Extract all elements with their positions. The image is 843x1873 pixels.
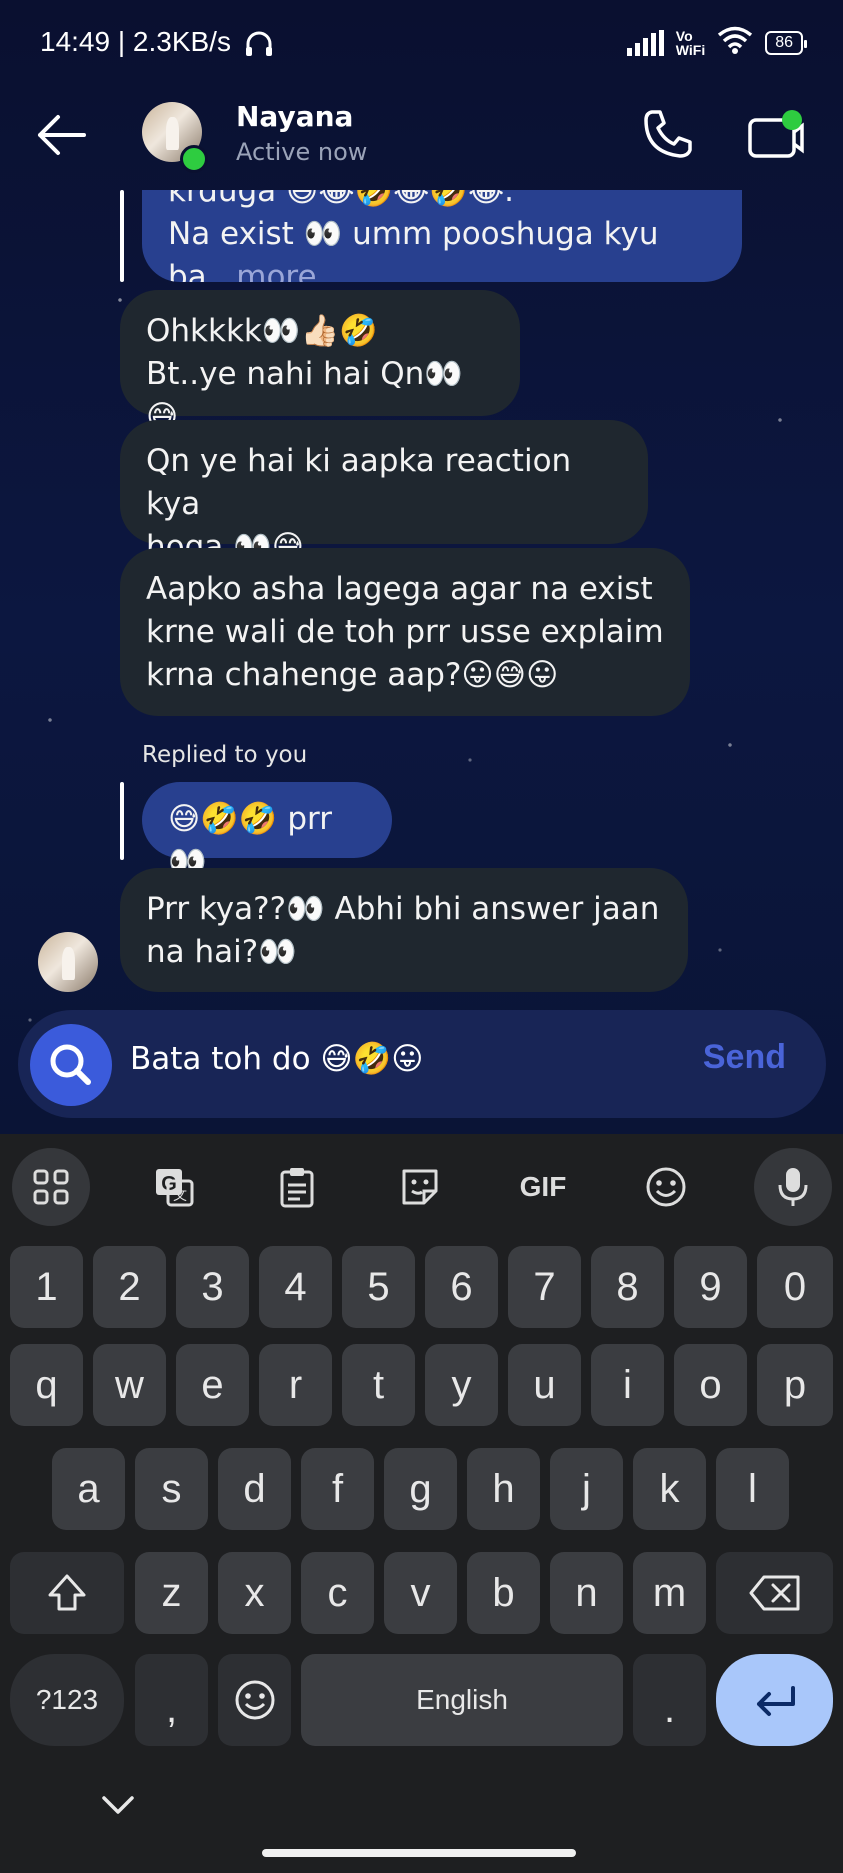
- message-bubble[interactable]: Ohkkkk👀👍🏻🤣 Bt..ye nahi hai Qn👀😅: [120, 290, 520, 435]
- clipboard-icon[interactable]: [258, 1148, 336, 1226]
- key-4[interactable]: 4: [259, 1246, 332, 1328]
- message-text: Aapko asha lagega agar na exist: [146, 571, 653, 607]
- contact-status: Active now: [236, 138, 368, 166]
- battery-indicator: 86: [765, 30, 807, 55]
- key-d[interactable]: d: [218, 1448, 291, 1530]
- status-bar: 14:49 | 2.3KB/s Vo WiFi 86: [0, 0, 843, 90]
- key-y[interactable]: y: [425, 1344, 498, 1426]
- message-text: krne wali de toh prr usse explaim: [146, 614, 664, 650]
- backspace-key[interactable]: [716, 1552, 833, 1634]
- sticker-icon[interactable]: [381, 1148, 459, 1226]
- emoji-icon[interactable]: [627, 1148, 705, 1226]
- key-j[interactable]: j: [550, 1448, 623, 1530]
- search-button[interactable]: [30, 1024, 112, 1106]
- mic-icon[interactable]: [754, 1148, 832, 1226]
- period-key[interactable]: .: [633, 1654, 706, 1746]
- status-time: 14:49 | 2.3KB/s: [40, 26, 231, 57]
- keyboard-toolbar: G文 GIF: [0, 1134, 843, 1242]
- shift-icon: [48, 1574, 86, 1611]
- message-text: Prr kya??👀 Abhi bhi answer jaan: [146, 891, 660, 927]
- key-s[interactable]: s: [135, 1448, 208, 1530]
- sender-avatar[interactable]: [38, 932, 98, 992]
- headphones-icon: [244, 30, 274, 62]
- key-l[interactable]: l: [716, 1448, 789, 1530]
- key-x[interactable]: x: [218, 1552, 291, 1634]
- video-call-icon[interactable]: [746, 108, 806, 162]
- key-f[interactable]: f: [301, 1448, 374, 1530]
- message-text: na hai?👀: [146, 934, 297, 970]
- enter-icon: [756, 1686, 795, 1716]
- key-i[interactable]: i: [591, 1344, 664, 1426]
- shift-key[interactable]: [10, 1552, 124, 1634]
- key-u[interactable]: u: [508, 1344, 581, 1426]
- wifi-icon: [717, 26, 753, 59]
- comma-key[interactable]: ,: [135, 1654, 208, 1746]
- replied-to-label: Replied to you: [142, 742, 308, 768]
- message-text: krduga 😅😂🤣😂🤣😂.: [168, 190, 515, 209]
- key-2[interactable]: 2: [93, 1246, 166, 1328]
- apps-grid-icon[interactable]: [12, 1148, 90, 1226]
- status-indicators: Vo WiFi 86: [626, 26, 807, 59]
- key-1[interactable]: 1: [10, 1246, 83, 1328]
- message-composer: Bata toh do 😅🤣😛 Send: [18, 1010, 826, 1118]
- phone-call-icon[interactable]: [640, 106, 696, 162]
- back-arrow-icon[interactable]: [32, 110, 92, 160]
- keyboard: G文 GIF 1 2 3 4 5 6 7 8 9 0 q w e r t y u…: [0, 1134, 843, 1873]
- space-key[interactable]: English: [301, 1654, 623, 1746]
- key-m[interactable]: m: [633, 1552, 706, 1634]
- home-indicator[interactable]: [262, 1849, 576, 1857]
- key-w[interactable]: w: [93, 1344, 166, 1426]
- message-bubble[interactable]: Prr kya??👀 Abhi bhi answer jaan na hai?👀: [120, 868, 688, 992]
- key-a[interactable]: a: [52, 1448, 125, 1530]
- search-icon: [50, 1044, 91, 1085]
- key-0[interactable]: 0: [757, 1246, 833, 1328]
- key-o[interactable]: o: [674, 1344, 747, 1426]
- emoji-key[interactable]: [218, 1654, 291, 1746]
- hide-keyboard-chevron-icon[interactable]: [98, 1790, 138, 1820]
- translate-icon[interactable]: G文: [135, 1148, 213, 1226]
- message-text: krna chahenge aap?😛😅😛: [146, 657, 559, 693]
- message-bubble[interactable]: Qn ye hai ki aapka reaction kya hoga 👀😅: [120, 420, 648, 565]
- reply-indicator-bar: [120, 782, 124, 860]
- online-status-dot: [180, 145, 208, 173]
- key-k[interactable]: k: [633, 1448, 706, 1530]
- key-t[interactable]: t: [342, 1344, 415, 1426]
- key-g[interactable]: g: [384, 1448, 457, 1530]
- svg-text:文: 文: [173, 1188, 187, 1204]
- key-n[interactable]: n: [550, 1552, 623, 1634]
- key-9[interactable]: 9: [674, 1246, 747, 1328]
- message-text: Qn ye hai ki aapka reaction kya: [146, 443, 572, 522]
- key-3[interactable]: 3: [176, 1246, 249, 1328]
- key-r[interactable]: r: [259, 1344, 332, 1426]
- key-q[interactable]: q: [10, 1344, 83, 1426]
- reply-message-bubble[interactable]: 😅🤣🤣 prr 👀: [142, 782, 392, 880]
- key-v[interactable]: v: [384, 1552, 457, 1634]
- enter-key[interactable]: [716, 1654, 833, 1746]
- key-7[interactable]: 7: [508, 1246, 581, 1328]
- key-z[interactable]: z: [135, 1552, 208, 1634]
- key-h[interactable]: h: [467, 1448, 540, 1530]
- reply-message-bubble[interactable]: krduga 😅😂🤣😂🤣😂. Na exist 👀 umm pooshuga k…: [142, 190, 742, 282]
- backspace-icon: [749, 1575, 799, 1611]
- symbols-key[interactable]: ?123: [10, 1654, 124, 1746]
- gif-button[interactable]: GIF: [504, 1148, 582, 1226]
- contact-name[interactable]: Nayana: [236, 100, 353, 133]
- emoji-icon: [235, 1680, 274, 1720]
- read-more-link[interactable]: ...more: [207, 259, 317, 282]
- key-e[interactable]: e: [176, 1344, 249, 1426]
- key-c[interactable]: c: [301, 1552, 374, 1634]
- key-5[interactable]: 5: [342, 1246, 415, 1328]
- key-8[interactable]: 8: [591, 1246, 664, 1328]
- message-text: Ohkkkk👀👍🏻🤣: [146, 313, 378, 349]
- message-input[interactable]: Bata toh do 😅🤣😛: [130, 1040, 424, 1077]
- signal-icon: [626, 29, 664, 56]
- key-b[interactable]: b: [467, 1552, 540, 1634]
- reply-indicator-bar: [120, 190, 124, 282]
- send-button[interactable]: Send: [703, 1038, 786, 1077]
- vowifi-label: Vo WiFi: [675, 27, 706, 58]
- key-p[interactable]: p: [757, 1344, 833, 1426]
- chat-header: Nayana Active now: [0, 90, 843, 192]
- key-6[interactable]: 6: [425, 1246, 498, 1328]
- message-bubble[interactable]: Aapko asha lagega agar na exist krne wal…: [120, 548, 690, 716]
